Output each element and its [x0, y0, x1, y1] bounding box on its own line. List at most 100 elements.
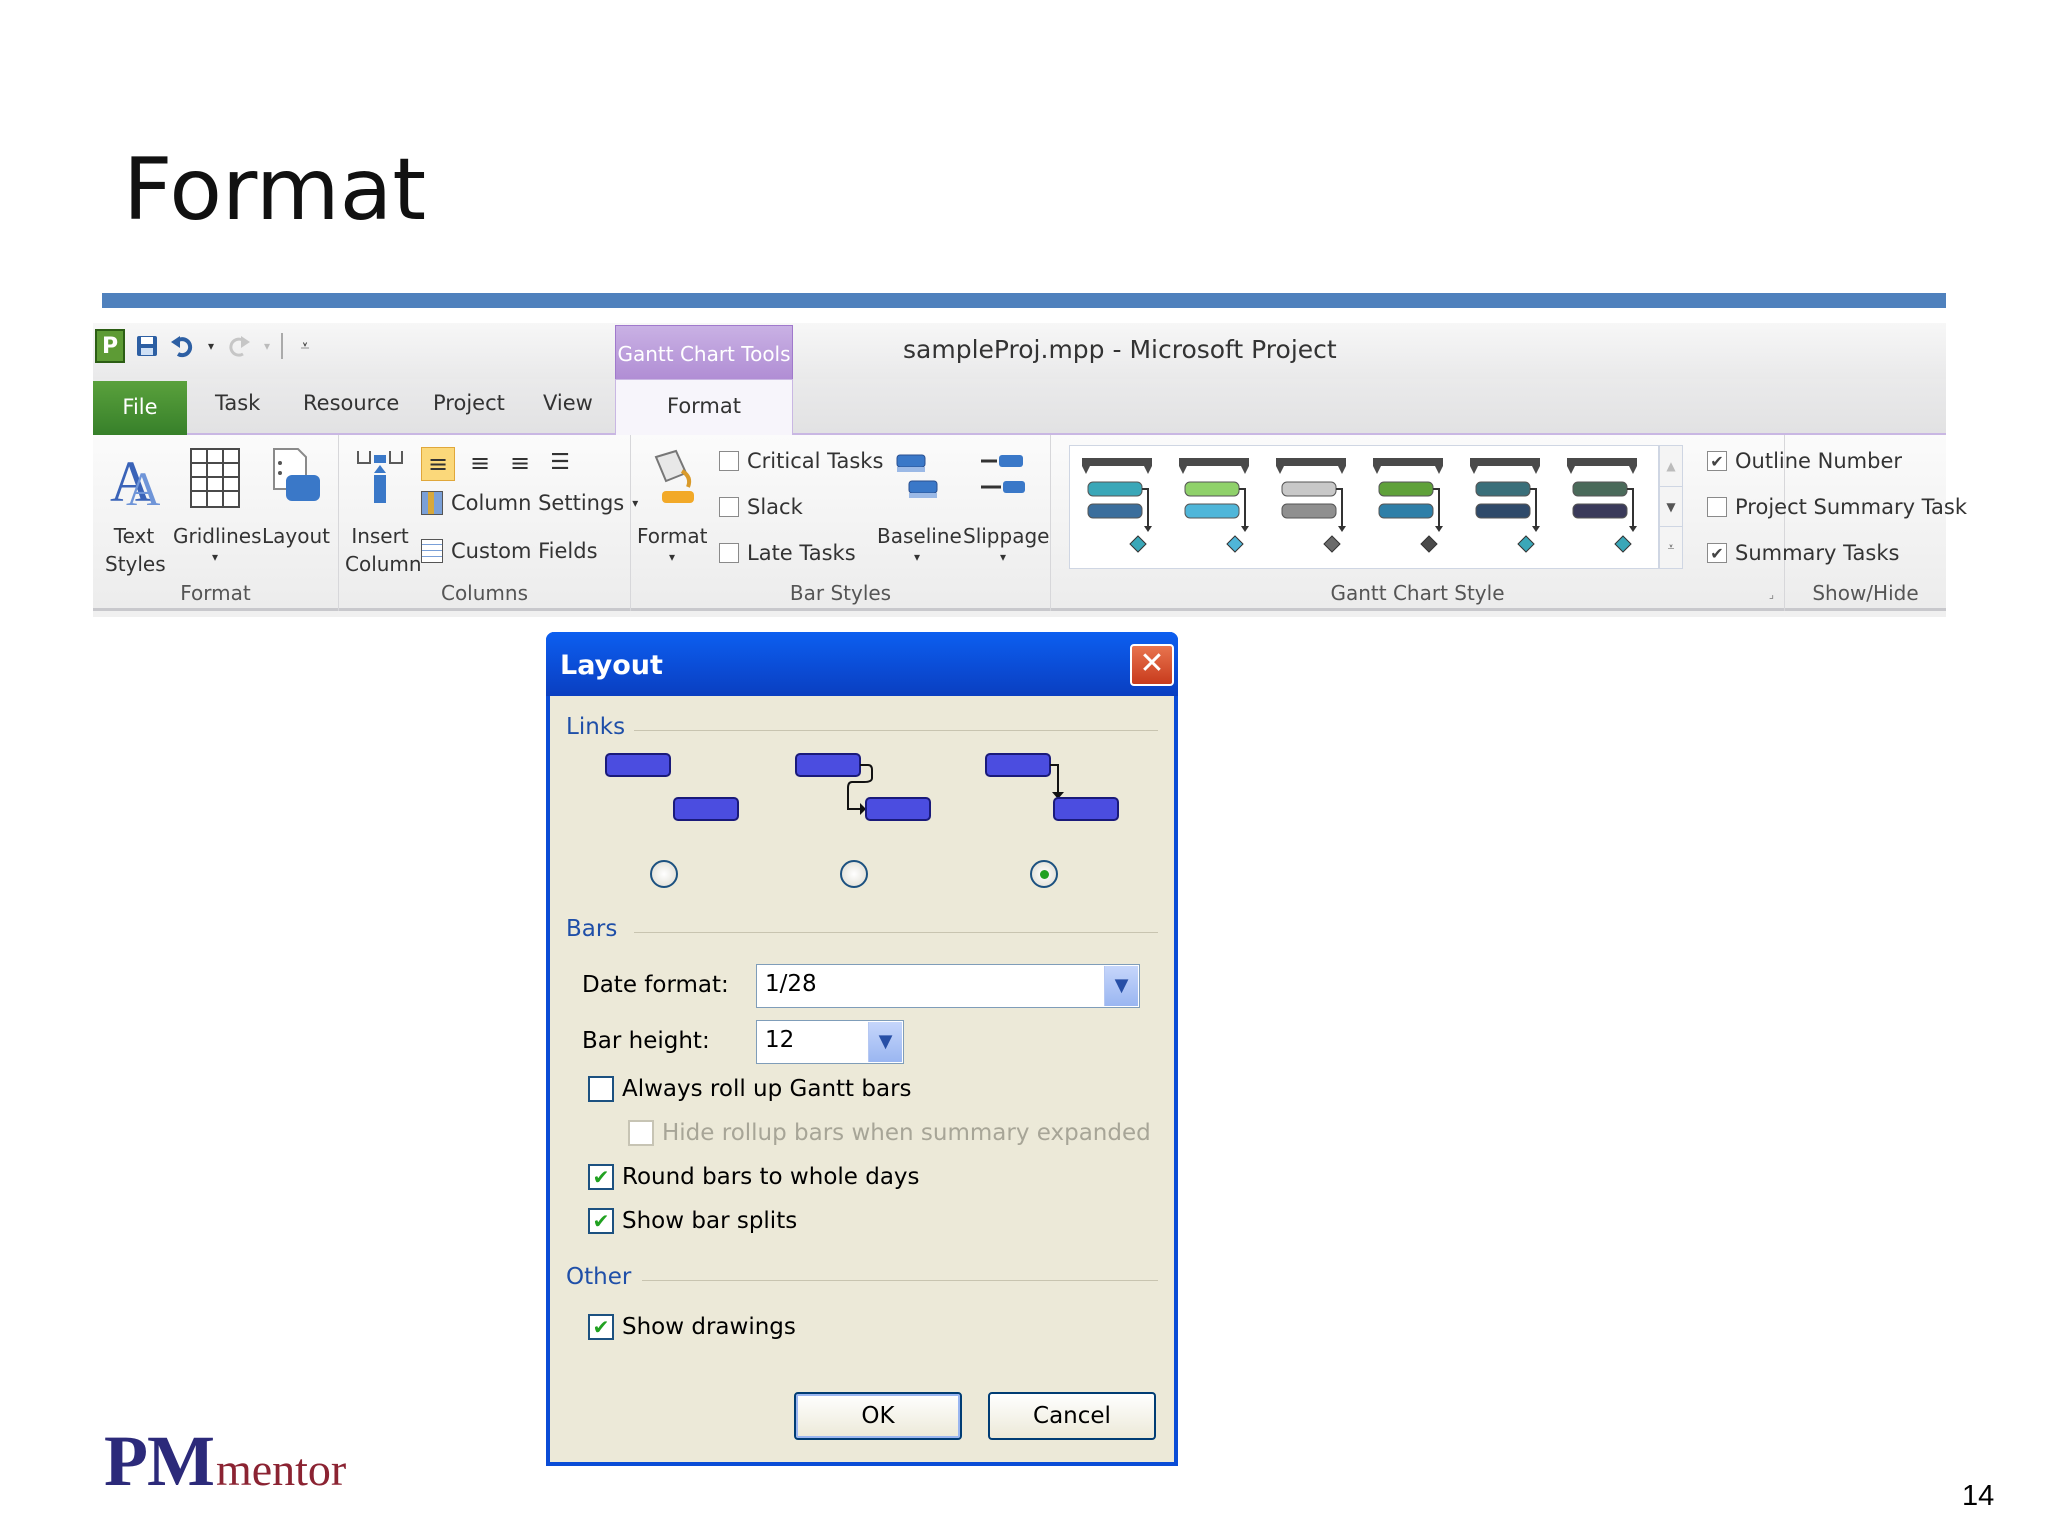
custom-fields-button[interactable]: Custom Fields — [421, 539, 598, 563]
columns-group-label: Columns — [440, 581, 528, 605]
gridlines-dropdown-icon: ▾ — [211, 550, 219, 564]
link-style-straight-radio[interactable] — [1030, 860, 1058, 888]
logo-pm: PM — [104, 1421, 215, 1501]
window-titlebar: P ▾ ▾ ⩡ Gantt Chart Tools sampleProj.mpp… — [93, 323, 1946, 381]
link-style-s-curve-radio[interactable] — [840, 860, 868, 888]
column-settings-button[interactable]: Column Settings ▾ — [421, 491, 638, 515]
gantt-style-option[interactable] — [1565, 454, 1641, 562]
alignment-buttons: ≡ ≡ ≡ ☰ — [421, 447, 575, 481]
bars-section-label: Bars — [566, 916, 618, 942]
show-drawings-checkbox[interactable]: ✔ Show drawings — [588, 1314, 796, 1340]
gantt-style-option[interactable] — [1080, 454, 1156, 562]
outline-number-box: ✔ — [1707, 451, 1727, 471]
tab-resource[interactable]: Resource — [303, 391, 399, 415]
window-title: sampleProj.mpp - Microsoft Project — [903, 335, 1337, 364]
bar-format-button[interactable]: Format ▾ — [637, 447, 707, 564]
gridlines-icon — [190, 448, 240, 508]
other-section-label: Other — [566, 1264, 632, 1290]
undo-icon[interactable] — [169, 330, 197, 362]
column-settings-icon — [421, 491, 443, 515]
align-left-icon[interactable]: ≡ — [421, 447, 455, 481]
project-summary-task-checkbox[interactable]: Project Summary Task — [1707, 495, 1967, 519]
redo-icon[interactable] — [225, 330, 253, 362]
project-ribbon: P ▾ ▾ ⩡ Gantt Chart Tools sampleProj.mpp… — [93, 323, 1967, 617]
slippage-icon — [981, 455, 1025, 493]
undo-dropdown-icon[interactable]: ▾ — [205, 330, 217, 362]
chevron-down-icon[interactable]: ▼ — [868, 1022, 902, 1062]
radio-selected-dot — [1040, 870, 1049, 879]
layout-button[interactable]: Layout — [261, 447, 331, 550]
page-number: 14 — [1962, 1480, 1995, 1512]
other-divider — [642, 1280, 1158, 1281]
bar-height-select[interactable]: 12 ▼ — [756, 1020, 904, 1064]
slippage-dropdown-icon: ▾ — [999, 550, 1007, 564]
outline-number-checkbox[interactable]: ✔ Outline Number — [1707, 449, 1902, 473]
customize-qat-icon[interactable]: ⩡ — [291, 330, 319, 362]
save-icon[interactable] — [133, 330, 161, 362]
dialog-title: Layout — [560, 650, 663, 681]
slippage-button[interactable]: Slippage ▾ — [963, 447, 1049, 564]
text-styles-button[interactable]: AA Text Styles — [105, 447, 166, 578]
show-bar-splits-checkbox[interactable]: ✔ Show bar splits — [588, 1208, 797, 1234]
chevron-down-icon[interactable]: ▼ — [1104, 966, 1138, 1006]
gantt-style-option[interactable] — [1371, 454, 1447, 562]
baseline-button[interactable]: Baseline ▾ — [877, 447, 962, 564]
date-format-label: Date format: — [582, 972, 729, 998]
gallery-scroll-up-icon[interactable]: ▲ — [1660, 446, 1682, 486]
group-bar-styles: Format ▾ Critical Tasks Slack Late Tasks… — [631, 435, 1051, 611]
gantt-style-gallery — [1069, 445, 1659, 569]
link-style-s-curve-diagram — [795, 753, 931, 821]
wrap-text-icon[interactable]: ☰ — [545, 447, 575, 481]
cancel-button[interactable]: Cancel — [988, 1392, 1156, 1440]
project-app-icon[interactable]: P — [95, 329, 125, 363]
gantt-style-thumbnail-icon — [1179, 458, 1249, 553]
summary-tasks-checkbox[interactable]: ✔ Summary Tasks — [1707, 541, 1899, 565]
tab-task[interactable]: Task — [215, 391, 260, 415]
hide-rollup-box — [628, 1120, 654, 1146]
format-group-label: Format — [180, 581, 251, 605]
date-format-select[interactable]: 1/28 ▼ — [756, 964, 1140, 1008]
align-center-icon[interactable]: ≡ — [465, 447, 495, 481]
paint-bucket-icon — [654, 449, 694, 503]
slide-title: Format — [123, 140, 427, 240]
slack-box — [719, 497, 739, 517]
critical-tasks-box — [719, 451, 739, 471]
gallery-scroll-down-icon[interactable]: ▼ — [1660, 486, 1682, 526]
gantt-style-option[interactable] — [1468, 454, 1544, 562]
ribbon-tab-bar: File Task Resource Project View Format — [93, 379, 1946, 437]
show-drawings-box: ✔ — [588, 1314, 614, 1340]
link-style-straight-diagram — [985, 753, 1119, 821]
link-style-none-radio[interactable] — [650, 860, 678, 888]
gantt-style-option[interactable] — [1274, 454, 1350, 562]
align-right-icon[interactable]: ≡ — [505, 447, 535, 481]
bar-styles-group-label: Bar Styles — [789, 581, 892, 605]
show-hide-group-label: Show/Hide — [1812, 581, 1919, 605]
tab-format[interactable]: Format — [615, 379, 793, 437]
redo-dropdown-icon[interactable]: ▾ — [261, 330, 273, 362]
ok-button[interactable]: OK — [794, 1392, 962, 1440]
tab-view[interactable]: View — [543, 391, 593, 415]
gridlines-button[interactable]: Gridlines ▾ — [173, 447, 262, 564]
late-tasks-checkbox[interactable]: Late Tasks — [719, 541, 856, 565]
round-bars-checkbox[interactable]: ✔ Round bars to whole days — [588, 1164, 920, 1190]
project-summary-task-box — [1707, 497, 1727, 517]
links-divider — [634, 730, 1158, 731]
round-bars-box: ✔ — [588, 1164, 614, 1190]
always-roll-up-checkbox[interactable]: Always roll up Gantt bars — [588, 1076, 912, 1102]
critical-tasks-checkbox[interactable]: Critical Tasks — [719, 449, 883, 473]
text-styles-icon: AA — [110, 449, 161, 516]
tab-file[interactable]: File — [93, 381, 187, 435]
close-icon[interactable]: ✕ — [1130, 644, 1174, 686]
slack-checkbox[interactable]: Slack — [719, 495, 803, 519]
group-format: AA Text Styles Gridlines ▾ Layout Format — [93, 435, 339, 611]
custom-fields-icon — [421, 539, 443, 563]
qat-separator — [281, 333, 283, 359]
tab-project[interactable]: Project — [433, 391, 505, 415]
gantt-style-dialog-launcher-icon[interactable]: ⌟ — [1769, 588, 1774, 601]
gallery-scroll: ▲ ▼ ⩡ — [1659, 445, 1683, 569]
gantt-style-option[interactable] — [1177, 454, 1253, 562]
insert-column-button[interactable]: Insert Column — [345, 447, 422, 578]
gallery-more-icon[interactable]: ⩡ — [1660, 526, 1682, 566]
baseline-icon — [896, 454, 938, 498]
gantt-style-thumbnail-icon — [1373, 458, 1443, 553]
